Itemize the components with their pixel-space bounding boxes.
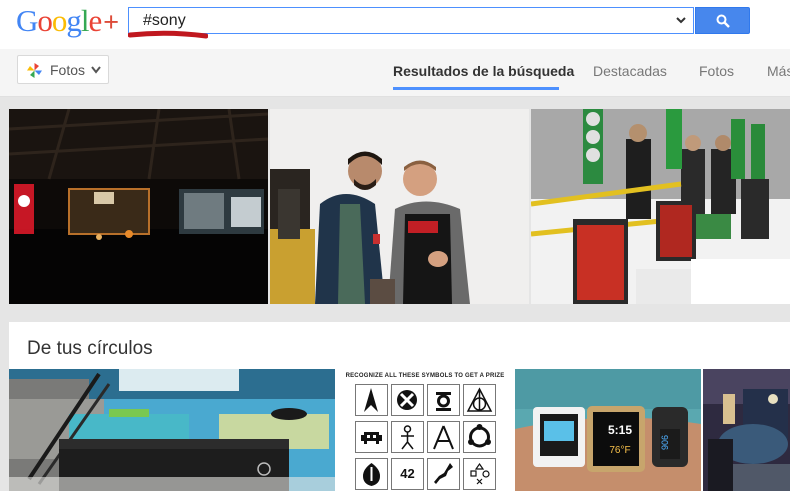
symbol-cell	[463, 458, 496, 490]
fotos-dropdown-button[interactable]: Fotos	[17, 55, 109, 84]
search-input[interactable]	[129, 8, 669, 33]
photo-dark-event	[9, 109, 268, 304]
circles-section: De tus círculos RECOGNIZE ALL THESE SYMB…	[9, 322, 790, 491]
symbol-cell	[463, 384, 496, 416]
google-plus-page: Google+ Fotos	[0, 0, 790, 491]
symbol-cell	[427, 384, 460, 416]
fitness-band-display: 906	[660, 435, 670, 451]
section-title: De tus círculos	[27, 338, 153, 359]
chevron-down-icon[interactable]	[675, 14, 687, 26]
symbol-cell	[391, 421, 424, 453]
stick-figure-icon	[401, 425, 414, 450]
tab-search-results[interactable]: Resultados de la búsqueda	[393, 63, 574, 79]
symbol-cell	[355, 421, 388, 453]
symbol-cell	[391, 384, 424, 416]
red-annotation-underline	[128, 30, 208, 39]
photo-result[interactable]	[531, 109, 790, 304]
symbol-cell-number: 42	[391, 458, 424, 490]
symbol-cell	[463, 421, 496, 453]
symbol-cell	[355, 384, 388, 416]
symbol-cell	[355, 458, 388, 490]
japan-map-icon	[434, 463, 453, 484]
deathly-hallows-icon	[466, 387, 493, 412]
search-button[interactable]	[695, 7, 750, 34]
photos-pinwheel-icon	[27, 63, 42, 78]
circle-post-thumbnail[interactable]	[703, 369, 790, 491]
ubuntu-icon	[468, 424, 491, 448]
photo-game-console	[9, 369, 335, 491]
circle-post-thumbnail[interactable]: RECOGNIZE ALL THESE SYMBOLS TO GET A PRI…	[337, 369, 513, 491]
circle-post-thumbnail[interactable]	[9, 369, 335, 491]
tab-featured[interactable]: Destacadas	[593, 63, 667, 79]
watch-temperature: 76°F	[609, 445, 631, 456]
symbol-cell	[427, 458, 460, 490]
photo-exhibition-interior	[703, 369, 790, 491]
poster-heading: RECOGNIZE ALL THESE SYMBOLS TO GET A PRI…	[345, 373, 505, 379]
starfleet-icon	[364, 388, 378, 412]
symbol-cell	[427, 421, 460, 453]
search-icon	[716, 14, 730, 28]
lantern-icon	[436, 392, 451, 411]
fotos-label: Fotos	[50, 62, 86, 78]
watch-time: 5:15	[607, 423, 633, 437]
tab-more[interactable]: Más	[767, 63, 790, 79]
circle-post-thumbnail[interactable]: 5:15 76°F 906	[515, 369, 701, 491]
chevron-down-icon	[91, 66, 101, 74]
compass-icon	[433, 425, 454, 450]
playstation-buttons-icon	[470, 462, 490, 485]
google-plus-logo[interactable]: Google+	[16, 4, 119, 39]
photo-exhibition	[531, 109, 790, 304]
top-bar: Google+	[0, 0, 790, 49]
photo-result[interactable]	[270, 109, 529, 304]
active-tab-indicator	[393, 87, 559, 90]
photo-results-row	[9, 109, 790, 304]
photo-result[interactable]	[9, 109, 268, 304]
rebel-alliance-icon	[363, 463, 380, 486]
tab-photos[interactable]: Fotos	[699, 63, 734, 79]
photo-two-men	[270, 109, 529, 304]
search-box[interactable]	[128, 7, 694, 34]
crossed-circle-icon	[397, 390, 417, 410]
space-invader-icon	[361, 432, 382, 444]
